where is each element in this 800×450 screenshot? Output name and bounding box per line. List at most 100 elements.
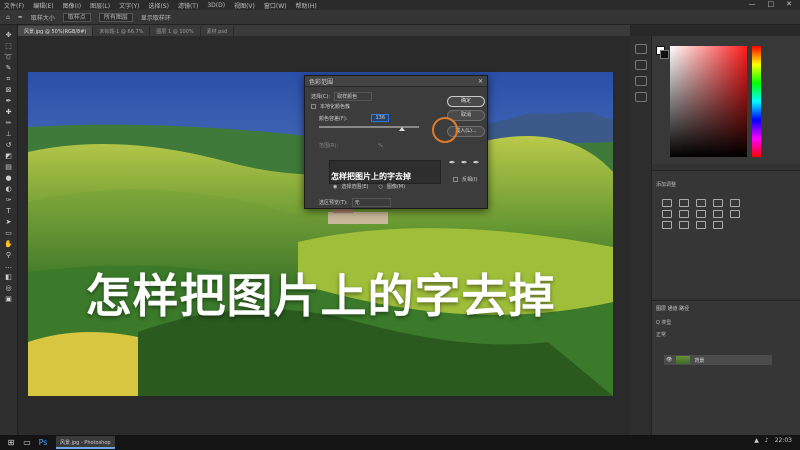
menu-select[interactable]: 选择(S) — [148, 1, 169, 10]
brush-icon[interactable]: ✏ — [4, 119, 14, 127]
sample-size-label: 取样大小 — [30, 14, 55, 22]
quickmask-icon[interactable]: ◎ — [4, 284, 14, 292]
healing-icon[interactable]: ✚ — [4, 108, 14, 116]
sample-layers-select[interactable]: 所有图层 — [98, 12, 133, 22]
brightness-icon[interactable] — [662, 199, 672, 207]
menu-3d[interactable]: 3D(D) — [207, 2, 225, 9]
sample-size-select[interactable]: 取样点 — [62, 12, 91, 22]
ok-button[interactable]: 确定 — [447, 96, 485, 107]
menu-edit[interactable]: 编辑(E) — [33, 1, 53, 10]
dodge-icon[interactable]: ◐ — [4, 185, 14, 193]
eyedropper-minus-icon[interactable]: ✒ — [473, 158, 480, 167]
panel-icon-column — [630, 36, 652, 435]
localized-checkbox[interactable] — [311, 104, 316, 109]
tab-document-1[interactable]: 风景.jpg @ 50%(RGB/8#) — [18, 26, 94, 36]
hue-slider[interactable] — [752, 46, 761, 157]
menu-filter[interactable]: 滤镜(T) — [178, 1, 198, 10]
task-view-icon[interactable]: ▭ — [22, 438, 32, 448]
layer-row[interactable]: 👁 背景 — [664, 355, 772, 365]
invert-label: 反相(I) — [462, 177, 478, 183]
tab-document-2[interactable]: 未标题-1 @ 66.7% — [93, 26, 151, 36]
clock[interactable]: 22:03 — [775, 437, 792, 444]
lasso-icon[interactable]: ➰ — [4, 53, 14, 61]
visibility-eye-icon[interactable]: 👁 — [666, 357, 672, 363]
menu-type[interactable]: 文字(Y) — [119, 1, 139, 10]
menu-image[interactable]: 图像(I) — [63, 1, 81, 10]
radio-image[interactable]: ○ — [378, 184, 382, 190]
eyedropper-plus-icon[interactable]: ✒ — [461, 158, 468, 167]
tab-document-4[interactable]: 素材.psd — [201, 26, 235, 36]
select-dropdown[interactable]: 取样颜色 — [334, 92, 373, 101]
pen-icon[interactable]: ✑ — [4, 196, 14, 204]
layer-kind-filter[interactable]: Q 类型 — [656, 319, 672, 326]
vibrance-icon[interactable] — [730, 199, 740, 207]
zoom-icon[interactable]: ⚲ — [4, 251, 14, 259]
eyedropper-icon[interactable]: ✒ — [4, 97, 14, 105]
menu-view[interactable]: 视图(V) — [234, 1, 255, 10]
rectangle-icon[interactable]: ▭ — [4, 229, 14, 237]
fuzziness-slider-handle[interactable] — [399, 127, 405, 131]
network-icon[interactable]: ▲ — [754, 437, 759, 444]
posterize-icon[interactable] — [679, 221, 689, 229]
quick-select-icon[interactable]: ✎ — [4, 64, 14, 72]
screen-mode-icon[interactable]: ▣ — [4, 295, 14, 303]
layer-name: 背景 — [694, 357, 705, 364]
taskbar-active-app[interactable]: 风景.jpg - Photoshop — [56, 436, 115, 449]
dialog-close-icon[interactable]: ✕ — [478, 78, 483, 85]
invert-checkbox[interactable] — [453, 177, 458, 182]
close-button[interactable]: ✕ — [786, 0, 792, 10]
move-icon[interactable]: ✥ — [4, 31, 14, 39]
invert-icon[interactable] — [662, 221, 672, 229]
brush-panel-icon[interactable] — [634, 76, 647, 86]
preview-select-dropdown[interactable]: 无 — [351, 198, 391, 207]
type-icon[interactable]: T — [4, 207, 14, 215]
threshold-icon[interactable] — [696, 221, 706, 229]
hue-sat-icon[interactable] — [662, 210, 672, 218]
frame-icon[interactable]: ⊠ — [4, 86, 14, 94]
gradient-icon[interactable]: ▤ — [4, 163, 14, 171]
eraser-icon[interactable]: ◩ — [4, 152, 14, 160]
range-value[interactable]: % — [378, 143, 383, 149]
more-icon[interactable]: … — [4, 262, 14, 270]
menu-layer[interactable]: 图层(L) — [90, 1, 110, 10]
home-icon[interactable]: ⌂ — [6, 14, 10, 21]
gradient-map-icon[interactable] — [713, 221, 723, 229]
photoshop-app-icon[interactable]: Ps — [38, 438, 48, 448]
character-panel-icon[interactable] — [634, 92, 647, 102]
show-ring-checkbox[interactable]: 显示取样环 — [141, 13, 171, 22]
menu-file[interactable]: 文件(F) — [4, 1, 24, 10]
minimize-button[interactable]: — — [749, 0, 756, 10]
blend-mode-select[interactable]: 正常 — [656, 331, 666, 338]
volume-icon[interactable]: ♪ — [765, 437, 769, 444]
crop-icon[interactable]: ⌗ — [4, 75, 14, 83]
menu-help[interactable]: 帮助(H) — [296, 1, 317, 10]
color-picker-field[interactable] — [670, 46, 747, 157]
exposure-icon[interactable] — [713, 199, 723, 207]
menu-window[interactable]: 窗口(W) — [264, 1, 287, 10]
channel-mixer-icon[interactable] — [730, 210, 740, 218]
layers-tabs[interactable]: 图层 通道 路径 — [656, 305, 689, 312]
properties-panel-icon[interactable] — [634, 60, 647, 70]
fuzziness-input[interactable]: 136 — [371, 114, 390, 122]
maximize-button[interactable]: □ — [768, 0, 775, 10]
windows-start-icon[interactable]: ⊞ — [6, 438, 16, 448]
history-brush-icon[interactable]: ↺ — [4, 141, 14, 149]
eyedropper-tool-icon[interactable]: ✒ — [18, 14, 23, 21]
history-panel-icon[interactable] — [634, 44, 647, 54]
blur-icon[interactable]: ● — [4, 174, 14, 182]
radio-selection[interactable]: ◉ — [333, 184, 337, 190]
photo-filter-icon[interactable] — [713, 210, 723, 218]
marquee-icon[interactable]: ⬚ — [4, 42, 14, 50]
levels-icon[interactable] — [679, 199, 689, 207]
hand-icon[interactable]: ✋ — [4, 240, 14, 248]
tab-document-3[interactable]: 图层 1 @ 100% — [150, 26, 201, 36]
background-swatch[interactable] — [660, 50, 669, 59]
eyedropper-icon[interactable]: ✒ — [449, 158, 456, 167]
stamp-icon[interactable]: ⊥ — [4, 130, 14, 138]
dialog-titlebar: 色彩范围 ✕ — [305, 76, 487, 87]
color-swatch-icon[interactable]: ◧ — [4, 273, 14, 281]
bw-icon[interactable] — [696, 210, 706, 218]
color-balance-icon[interactable] — [679, 210, 689, 218]
curves-icon[interactable] — [696, 199, 706, 207]
path-select-icon[interactable]: ➤ — [4, 218, 14, 226]
